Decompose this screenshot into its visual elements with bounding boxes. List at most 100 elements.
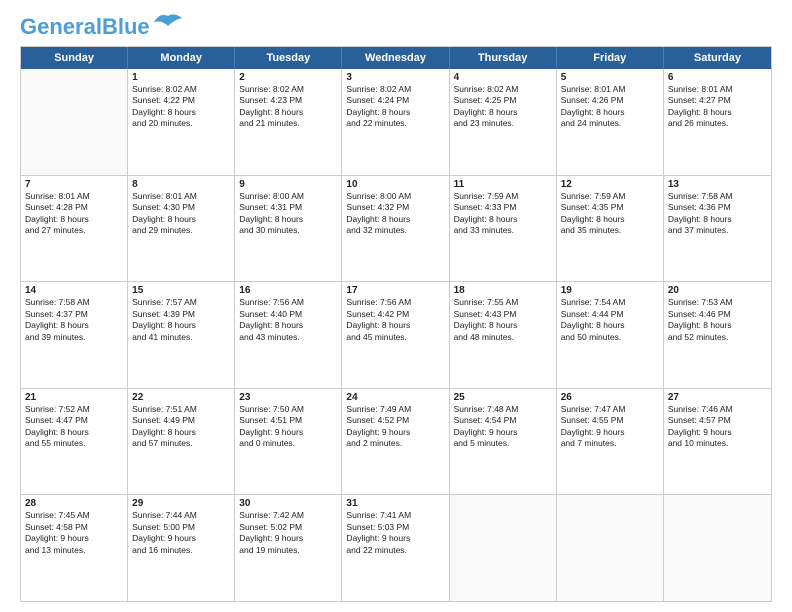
day-info: Sunrise: 7:52 AM Sunset: 4:47 PM Dayligh… (25, 404, 123, 450)
day-info: Sunrise: 7:53 AM Sunset: 4:46 PM Dayligh… (668, 297, 767, 343)
day-info: Sunrise: 7:46 AM Sunset: 4:57 PM Dayligh… (668, 404, 767, 450)
day-number: 7 (25, 179, 123, 190)
day-number: 9 (239, 179, 337, 190)
calendar-cell: 7Sunrise: 8:01 AM Sunset: 4:28 PM Daylig… (21, 176, 128, 282)
day-number: 18 (454, 285, 552, 296)
day-info: Sunrise: 8:00 AM Sunset: 4:32 PM Dayligh… (346, 191, 444, 237)
header: GeneralBlue (20, 16, 772, 38)
day-info: Sunrise: 7:45 AM Sunset: 4:58 PM Dayligh… (25, 510, 123, 556)
calendar-cell (664, 495, 771, 601)
calendar-cell: 9Sunrise: 8:00 AM Sunset: 4:31 PM Daylig… (235, 176, 342, 282)
day-number: 1 (132, 72, 230, 83)
calendar-cell: 30Sunrise: 7:42 AM Sunset: 5:02 PM Dayli… (235, 495, 342, 601)
day-number: 25 (454, 392, 552, 403)
day-number: 14 (25, 285, 123, 296)
calendar-cell: 20Sunrise: 7:53 AM Sunset: 4:46 PM Dayli… (664, 282, 771, 388)
day-info: Sunrise: 7:49 AM Sunset: 4:52 PM Dayligh… (346, 404, 444, 450)
calendar-cell (21, 69, 128, 175)
calendar-cell: 28Sunrise: 7:45 AM Sunset: 4:58 PM Dayli… (21, 495, 128, 601)
day-info: Sunrise: 8:01 AM Sunset: 4:28 PM Dayligh… (25, 191, 123, 237)
day-number: 21 (25, 392, 123, 403)
calendar-cell: 11Sunrise: 7:59 AM Sunset: 4:33 PM Dayli… (450, 176, 557, 282)
day-info: Sunrise: 7:56 AM Sunset: 4:42 PM Dayligh… (346, 297, 444, 343)
day-number: 24 (346, 392, 444, 403)
day-number: 28 (25, 498, 123, 509)
header-day-saturday: Saturday (664, 47, 771, 69)
day-number: 2 (239, 72, 337, 83)
day-number: 15 (132, 285, 230, 296)
day-number: 31 (346, 498, 444, 509)
day-info: Sunrise: 8:02 AM Sunset: 4:23 PM Dayligh… (239, 84, 337, 130)
calendar-cell: 15Sunrise: 7:57 AM Sunset: 4:39 PM Dayli… (128, 282, 235, 388)
calendar-row-2: 14Sunrise: 7:58 AM Sunset: 4:37 PM Dayli… (21, 282, 771, 389)
day-number: 22 (132, 392, 230, 403)
day-number: 5 (561, 72, 659, 83)
day-number: 19 (561, 285, 659, 296)
day-info: Sunrise: 7:47 AM Sunset: 4:55 PM Dayligh… (561, 404, 659, 450)
calendar-cell: 16Sunrise: 7:56 AM Sunset: 4:40 PM Dayli… (235, 282, 342, 388)
header-day-friday: Friday (557, 47, 664, 69)
day-number: 3 (346, 72, 444, 83)
day-info: Sunrise: 7:51 AM Sunset: 4:49 PM Dayligh… (132, 404, 230, 450)
calendar-row-1: 7Sunrise: 8:01 AM Sunset: 4:28 PM Daylig… (21, 176, 771, 283)
day-info: Sunrise: 7:57 AM Sunset: 4:39 PM Dayligh… (132, 297, 230, 343)
header-day-tuesday: Tuesday (235, 47, 342, 69)
day-number: 4 (454, 72, 552, 83)
day-info: Sunrise: 8:01 AM Sunset: 4:26 PM Dayligh… (561, 84, 659, 130)
calendar-cell: 29Sunrise: 7:44 AM Sunset: 5:00 PM Dayli… (128, 495, 235, 601)
calendar-cell: 22Sunrise: 7:51 AM Sunset: 4:49 PM Dayli… (128, 389, 235, 495)
day-number: 6 (668, 72, 767, 83)
logo-general: General (20, 14, 102, 39)
calendar-header: SundayMondayTuesdayWednesdayThursdayFrid… (21, 47, 771, 69)
calendar-cell: 12Sunrise: 7:59 AM Sunset: 4:35 PM Dayli… (557, 176, 664, 282)
calendar-cell: 8Sunrise: 8:01 AM Sunset: 4:30 PM Daylig… (128, 176, 235, 282)
header-day-monday: Monday (128, 47, 235, 69)
day-number: 29 (132, 498, 230, 509)
day-number: 12 (561, 179, 659, 190)
day-info: Sunrise: 8:01 AM Sunset: 4:27 PM Dayligh… (668, 84, 767, 130)
day-info: Sunrise: 7:55 AM Sunset: 4:43 PM Dayligh… (454, 297, 552, 343)
calendar-cell: 13Sunrise: 7:58 AM Sunset: 4:36 PM Dayli… (664, 176, 771, 282)
calendar-cell: 25Sunrise: 7:48 AM Sunset: 4:54 PM Dayli… (450, 389, 557, 495)
header-day-wednesday: Wednesday (342, 47, 449, 69)
day-info: Sunrise: 7:59 AM Sunset: 4:33 PM Dayligh… (454, 191, 552, 237)
day-info: Sunrise: 7:50 AM Sunset: 4:51 PM Dayligh… (239, 404, 337, 450)
calendar-cell: 26Sunrise: 7:47 AM Sunset: 4:55 PM Dayli… (557, 389, 664, 495)
calendar-cell: 31Sunrise: 7:41 AM Sunset: 5:03 PM Dayli… (342, 495, 449, 601)
calendar-cell: 17Sunrise: 7:56 AM Sunset: 4:42 PM Dayli… (342, 282, 449, 388)
calendar-cell: 21Sunrise: 7:52 AM Sunset: 4:47 PM Dayli… (21, 389, 128, 495)
calendar-cell: 2Sunrise: 8:02 AM Sunset: 4:23 PM Daylig… (235, 69, 342, 175)
logo-bird-icon (154, 12, 182, 32)
day-number: 17 (346, 285, 444, 296)
calendar-cell: 4Sunrise: 8:02 AM Sunset: 4:25 PM Daylig… (450, 69, 557, 175)
day-number: 11 (454, 179, 552, 190)
day-info: Sunrise: 8:02 AM Sunset: 4:22 PM Dayligh… (132, 84, 230, 130)
day-info: Sunrise: 8:01 AM Sunset: 4:30 PM Dayligh… (132, 191, 230, 237)
calendar-cell: 24Sunrise: 7:49 AM Sunset: 4:52 PM Dayli… (342, 389, 449, 495)
calendar-cell: 14Sunrise: 7:58 AM Sunset: 4:37 PM Dayli… (21, 282, 128, 388)
calendar-cell: 3Sunrise: 8:02 AM Sunset: 4:24 PM Daylig… (342, 69, 449, 175)
calendar-row-3: 21Sunrise: 7:52 AM Sunset: 4:47 PM Dayli… (21, 389, 771, 496)
page: GeneralBlue SundayMondayTuesdayWednesday… (0, 0, 792, 612)
day-info: Sunrise: 7:56 AM Sunset: 4:40 PM Dayligh… (239, 297, 337, 343)
calendar-cell: 5Sunrise: 8:01 AM Sunset: 4:26 PM Daylig… (557, 69, 664, 175)
calendar-cell: 27Sunrise: 7:46 AM Sunset: 4:57 PM Dayli… (664, 389, 771, 495)
day-info: Sunrise: 8:02 AM Sunset: 4:24 PM Dayligh… (346, 84, 444, 130)
day-info: Sunrise: 7:59 AM Sunset: 4:35 PM Dayligh… (561, 191, 659, 237)
day-number: 23 (239, 392, 337, 403)
calendar-cell: 23Sunrise: 7:50 AM Sunset: 4:51 PM Dayli… (235, 389, 342, 495)
day-info: Sunrise: 7:44 AM Sunset: 5:00 PM Dayligh… (132, 510, 230, 556)
day-info: Sunrise: 8:02 AM Sunset: 4:25 PM Dayligh… (454, 84, 552, 130)
day-info: Sunrise: 7:58 AM Sunset: 4:37 PM Dayligh… (25, 297, 123, 343)
day-info: Sunrise: 7:42 AM Sunset: 5:02 PM Dayligh… (239, 510, 337, 556)
calendar-row-4: 28Sunrise: 7:45 AM Sunset: 4:58 PM Dayli… (21, 495, 771, 601)
calendar-cell: 1Sunrise: 8:02 AM Sunset: 4:22 PM Daylig… (128, 69, 235, 175)
logo-text: GeneralBlue (20, 16, 150, 38)
calendar-cell (557, 495, 664, 601)
calendar-row-0: 1Sunrise: 8:02 AM Sunset: 4:22 PM Daylig… (21, 69, 771, 176)
day-number: 13 (668, 179, 767, 190)
day-number: 26 (561, 392, 659, 403)
day-number: 27 (668, 392, 767, 403)
calendar-cell: 19Sunrise: 7:54 AM Sunset: 4:44 PM Dayli… (557, 282, 664, 388)
day-info: Sunrise: 7:58 AM Sunset: 4:36 PM Dayligh… (668, 191, 767, 237)
